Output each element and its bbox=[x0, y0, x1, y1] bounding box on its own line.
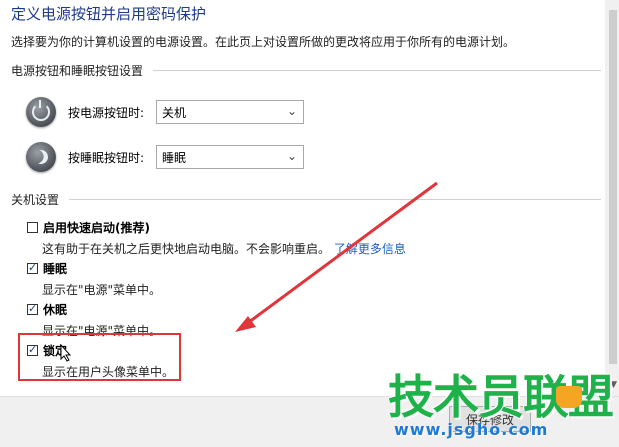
sleep-button-icon bbox=[26, 142, 56, 172]
mouse-cursor-icon bbox=[60, 344, 72, 362]
sleep-button-label: 按睡眠按钮时: bbox=[68, 150, 145, 165]
fast-startup-checkbox[interactable] bbox=[27, 222, 38, 233]
shutdown-section-title: 关机设置 bbox=[11, 193, 60, 207]
hibernate-label[interactable]: 休眠 bbox=[43, 301, 67, 318]
sleep-option: 睡眠 显示在"电源"菜单中。 bbox=[27, 260, 161, 298]
power-button-select[interactable]: 关机 ⌄ bbox=[156, 100, 304, 124]
power-button-value: 关机 bbox=[162, 105, 187, 120]
power-section-title: 电源按钮和睡眠按钮设置 bbox=[11, 64, 144, 78]
sleep-button-value: 睡眠 bbox=[162, 150, 187, 165]
learn-more-link[interactable]: 了解更多信息 bbox=[334, 242, 406, 256]
watermark: 技术员联盟 www.jsgho.com bbox=[388, 374, 614, 439]
sleep-label[interactable]: 睡眠 bbox=[43, 260, 67, 277]
fast-startup-desc: 这有助于在关机之后更快地启动电脑。不会影响重启。 bbox=[42, 242, 331, 256]
fast-startup-label[interactable]: 启用快速启动(推荐) bbox=[43, 219, 150, 236]
sleep-button-row: 按睡眠按钮时: 睡眠 ⌄ bbox=[26, 142, 304, 172]
watermark-logo-icon bbox=[556, 386, 582, 408]
power-button-icon bbox=[26, 97, 56, 127]
scrollbar-thumb[interactable] bbox=[609, 10, 617, 364]
sleep-button-select[interactable]: 睡眠 ⌄ bbox=[156, 145, 304, 169]
hibernate-checkbox[interactable] bbox=[27, 302, 38, 315]
chevron-down-icon: ⌄ bbox=[286, 104, 297, 118]
sleep-desc: 显示在"电源"菜单中。 bbox=[42, 283, 162, 297]
chevron-down-icon: ⌄ bbox=[286, 149, 297, 163]
power-section-heading: 电源按钮和睡眠按钮设置 bbox=[11, 62, 601, 79]
vertical-scrollbar[interactable]: ▼ bbox=[605, 0, 619, 396]
shutdown-section-heading: 关机设置 bbox=[11, 191, 601, 208]
page-description: 选择要为你的计算机设置的电源设置。在此页上对设置所做的更改将应用于你所有的电源计… bbox=[11, 35, 516, 49]
lock-highlight-box bbox=[18, 333, 181, 381]
page-title: 定义电源按钮并启用密码保护 bbox=[11, 5, 207, 23]
power-button-label: 按电源按钮时: bbox=[68, 105, 145, 120]
section-divider bbox=[153, 70, 601, 71]
power-button-row: 按电源按钮时: 关机 ⌄ bbox=[26, 97, 304, 127]
sleep-checkbox[interactable] bbox=[27, 261, 38, 274]
fast-startup-option: 启用快速启动(推荐) 这有助于在关机之后更快地启动电脑。不会影响重启。 了解更多… bbox=[27, 219, 406, 257]
section-divider bbox=[69, 199, 601, 200]
